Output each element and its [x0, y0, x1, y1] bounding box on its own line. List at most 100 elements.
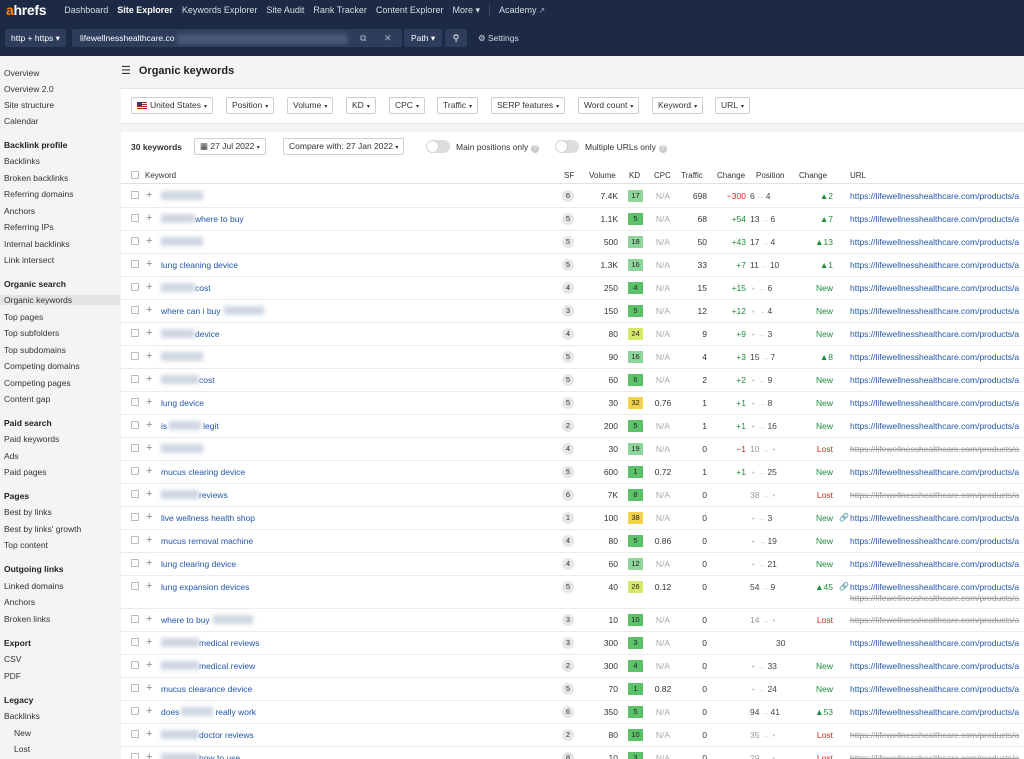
serp-features-count[interactable]: 3	[562, 614, 574, 626]
ranking-url-link[interactable]: https://lifewellnesshealthcare.com/produ…	[850, 615, 1019, 625]
ranking-url-link[interactable]: https://lifewellnesshealthcare.com/produ…	[850, 352, 1019, 362]
sidebar-item-legacy[interactable]: Legacy	[4, 695, 110, 705]
sidebar-item-organic-search[interactable]: Organic search	[4, 279, 110, 289]
filter-word-count[interactable]: Word count ▾	[578, 97, 640, 114]
filter-kd[interactable]: KD ▾	[346, 97, 376, 114]
sidebar-item-export[interactable]: Export	[4, 638, 110, 648]
ranking-url-link[interactable]: https://lifewellnesshealthcare.com/produ…	[850, 375, 1019, 385]
filter-united-states[interactable]: United States ▾	[131, 97, 214, 114]
keyword-link[interactable]: reviews	[161, 490, 228, 500]
sidebar-item-internal-backlinks[interactable]: Internal backlinks	[4, 239, 70, 249]
add-to-list-icon[interactable]: +	[146, 397, 152, 408]
keyword-link[interactable]: lung expansion devices	[161, 582, 249, 592]
serp-features-count[interactable]: 5	[562, 213, 574, 225]
add-to-list-icon[interactable]: +	[146, 374, 152, 385]
col-position-change[interactable]: Change	[799, 171, 827, 180]
sidebar-item-content-gap[interactable]: Content gap	[4, 394, 50, 404]
sidebar-item-organic-keywords[interactable]: Organic keywords	[0, 295, 120, 305]
col-kd[interactable]: KD	[629, 171, 640, 180]
row-checkbox[interactable]	[131, 582, 139, 590]
keyword-link[interactable]	[161, 352, 203, 362]
add-to-list-icon[interactable]: +	[146, 660, 152, 671]
settings-button[interactable]: ⚙ Settings	[478, 29, 519, 47]
row-checkbox[interactable]	[131, 375, 139, 383]
add-to-list-icon[interactable]: +	[146, 420, 152, 431]
col-volume[interactable]: Volume	[589, 171, 616, 180]
col-cpc[interactable]: CPC	[654, 171, 671, 180]
serp-features-count[interactable]: 5	[562, 466, 574, 478]
col-keyword[interactable]: Keyword	[145, 171, 176, 180]
col-traffic[interactable]: Traffic	[681, 171, 703, 180]
sidebar-item-top-content[interactable]: Top content	[4, 540, 48, 550]
add-to-list-icon[interactable]: +	[146, 213, 152, 224]
add-to-list-icon[interactable]: +	[146, 752, 152, 759]
add-to-list-icon[interactable]: +	[146, 512, 152, 523]
add-to-list-icon[interactable]: +	[146, 305, 152, 316]
row-checkbox[interactable]	[131, 444, 139, 452]
row-checkbox[interactable]	[131, 237, 139, 245]
keyword-link[interactable]: where to buy	[161, 214, 244, 224]
menu-icon[interactable]: ☰	[121, 65, 131, 77]
ranking-url-link[interactable]: https://lifewellnesshealthcare.com/produ…	[850, 684, 1019, 694]
sidebar-item-top-subdomains[interactable]: Top subdomains	[4, 345, 66, 355]
sidebar-item-lost[interactable]: Lost	[14, 744, 30, 754]
add-to-list-icon[interactable]: +	[146, 558, 152, 569]
sidebar-item-calendar[interactable]: Calendar	[4, 116, 39, 126]
serp-features-count[interactable]: 2	[562, 729, 574, 741]
serp-features-count[interactable]: 4	[562, 558, 574, 570]
keyword-link[interactable]: device	[161, 329, 220, 339]
add-to-list-icon[interactable]: +	[146, 466, 152, 477]
sidebar-item-broken-links[interactable]: Broken links	[4, 614, 50, 624]
row-checkbox[interactable]	[131, 536, 139, 544]
serp-features-count[interactable]: 5	[562, 236, 574, 248]
keyword-link[interactable]: cost	[161, 283, 211, 293]
row-checkbox[interactable]	[131, 214, 139, 222]
row-checkbox[interactable]	[131, 513, 139, 521]
ranking-url-link[interactable]: https://lifewellnesshealthcare.com/produ…	[850, 283, 1019, 293]
ranking-url-link[interactable]: https://lifewellnesshealthcare.com/produ…	[850, 707, 1019, 717]
ranking-url-link[interactable]: https://lifewellnesshealthcare.com/produ…	[850, 237, 1019, 247]
compare-date-select[interactable]: Compare with: 27 Jan 2022 ▾	[283, 138, 405, 155]
add-to-list-icon[interactable]: +	[146, 282, 152, 293]
row-checkbox[interactable]	[131, 260, 139, 268]
serp-features-count[interactable]: 4	[562, 282, 574, 294]
nav-dashboard[interactable]: Dashboard	[64, 5, 108, 15]
nav-site-audit[interactable]: Site Audit	[266, 5, 304, 15]
serp-features-count[interactable]: 8	[562, 752, 574, 759]
select-all-checkbox[interactable]	[131, 171, 139, 179]
keyword-link[interactable]: how to use	[161, 753, 240, 759]
search-button[interactable]: ⚲	[445, 29, 467, 47]
sidebar-item-backlink-profile[interactable]: Backlink profile	[4, 140, 110, 150]
ranking-url-link[interactable]: https://lifewellnesshealthcare.com/produ…	[850, 329, 1019, 339]
add-to-list-icon[interactable]: +	[146, 535, 152, 546]
row-checkbox[interactable]	[131, 707, 139, 715]
ranking-url-link[interactable]: https://lifewellnesshealthcare.com/produ…	[850, 490, 1019, 500]
ranking-url-link[interactable]: https://lifewellnesshealthcare.com/produ…	[850, 661, 1019, 671]
nav-site-explorer[interactable]: Site Explorer	[117, 5, 173, 15]
keyword-link[interactable]: mucus removal machine	[161, 536, 253, 546]
add-to-list-icon[interactable]: +	[146, 443, 152, 454]
previous-url-link[interactable]: https://lifewellnesshealthcare.com/produ…	[850, 593, 1019, 603]
row-checkbox[interactable]	[131, 306, 139, 314]
ranking-url-link[interactable]: https://lifewellnesshealthcare.com/produ…	[850, 444, 1019, 454]
keyword-link[interactable]: lung device	[161, 398, 204, 408]
add-to-list-icon[interactable]: +	[146, 328, 152, 339]
ranking-url-link[interactable]: https://lifewellnesshealthcare.com/produ…	[850, 730, 1019, 740]
serp-features-count[interactable]: 5	[562, 351, 574, 363]
col-traffic-change[interactable]: Change	[717, 171, 745, 180]
row-checkbox[interactable]	[131, 661, 139, 669]
serp-features-count[interactable]: 2	[562, 420, 574, 432]
keyword-link[interactable]: mucus clearance device	[161, 684, 252, 694]
filter-volume[interactable]: Volume ▾	[287, 97, 334, 114]
keyword-link[interactable]	[161, 237, 203, 247]
sidebar-item-paid-pages[interactable]: Paid pages	[4, 467, 47, 477]
sidebar-item-referring-ips[interactable]: Referring IPs	[4, 222, 54, 232]
sidebar-item-csv[interactable]: CSV	[4, 654, 21, 664]
sidebar-item-outgoing-links[interactable]: Outgoing links	[4, 564, 110, 574]
filter-traffic[interactable]: Traffic ▾	[437, 97, 479, 114]
ranking-url-link[interactable]: https://lifewellnesshealthcare.com/produ…	[850, 191, 1019, 201]
row-checkbox[interactable]	[131, 421, 139, 429]
serp-features-count[interactable]: 3	[562, 637, 574, 649]
row-checkbox[interactable]	[131, 638, 139, 646]
serp-features-count[interactable]: 5	[562, 683, 574, 695]
